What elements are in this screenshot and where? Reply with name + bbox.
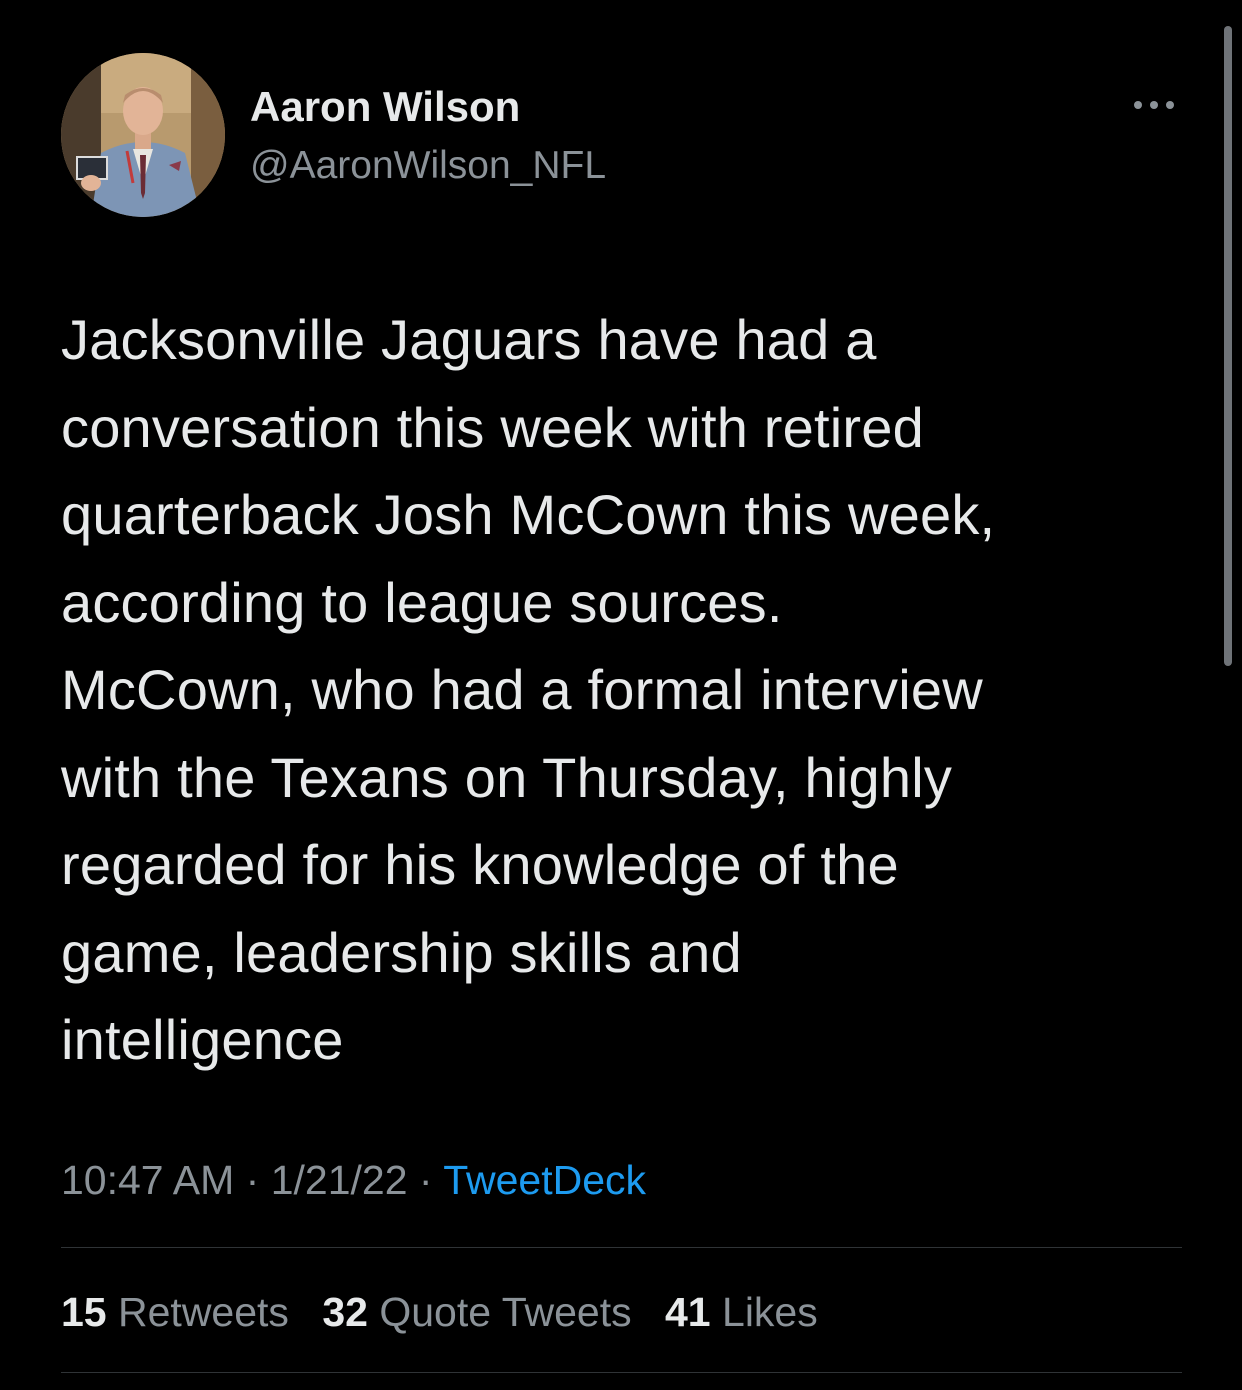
tweet-text-line: according to league sources.	[61, 570, 783, 634]
quote-tweets-label: Quote Tweets	[379, 1289, 632, 1335]
likes-count: 41	[665, 1289, 711, 1335]
tweet-stats: 15 Retweets 32 Quote Tweets 41 Likes	[61, 1284, 840, 1340]
tweet-source-link[interactable]: TweetDeck	[443, 1157, 646, 1203]
tweet-text-line: quarterback Josh McCown this week,	[61, 483, 996, 546]
avatar[interactable]	[61, 53, 225, 217]
divider	[61, 1247, 1182, 1248]
tweet-time[interactable]: 10:47 AM	[61, 1157, 234, 1203]
more-dots-icon	[1134, 101, 1174, 109]
retweets-label: Retweets	[118, 1289, 289, 1335]
quote-tweets-count: 32	[322, 1289, 368, 1335]
retweets-count: 15	[61, 1289, 107, 1335]
author-name[interactable]: Aaron Wilson	[250, 82, 520, 132]
author-handle[interactable]: @AaronWilson_NFL	[250, 142, 606, 190]
meta-separator: ·	[418, 1157, 433, 1203]
tweet-text-line: intelligence	[61, 1008, 344, 1071]
scrollbar[interactable]	[1224, 26, 1232, 666]
profile-photo-icon	[61, 53, 225, 217]
tweet-text: Jacksonville Jaguars have had a conversa…	[61, 296, 1191, 1084]
likes-label: Likes	[722, 1289, 818, 1335]
tweet-meta: 10:47 AM · 1/21/22 · TweetDeck	[61, 1152, 646, 1208]
tweet-text-line: regarded for his knowledge of the	[61, 833, 899, 896]
tweet-text-line: Jacksonville Jaguars have had a	[61, 308, 877, 371]
tweet-text-line: with the Texans on Thursday, highly	[61, 745, 953, 809]
divider	[61, 1372, 1182, 1373]
retweets-stat[interactable]: 15 Retweets	[61, 1284, 289, 1340]
tweet-detail: Aaron Wilson @AaronWilson_NFL Jacksonvil…	[0, 0, 1242, 1390]
meta-separator: ·	[245, 1157, 260, 1203]
tweet-date[interactable]: 1/21/22	[271, 1157, 408, 1203]
quote-tweets-stat[interactable]: 32 Quote Tweets	[322, 1284, 631, 1340]
more-options-button[interactable]	[1122, 88, 1186, 122]
tweet-text-line: McCown, who had a formal interview	[61, 658, 983, 721]
tweet-text-line: game, leadership skills and	[61, 920, 742, 984]
likes-stat[interactable]: 41 Likes	[665, 1284, 818, 1340]
tweet-text-line: conversation this week with retired	[61, 395, 924, 459]
